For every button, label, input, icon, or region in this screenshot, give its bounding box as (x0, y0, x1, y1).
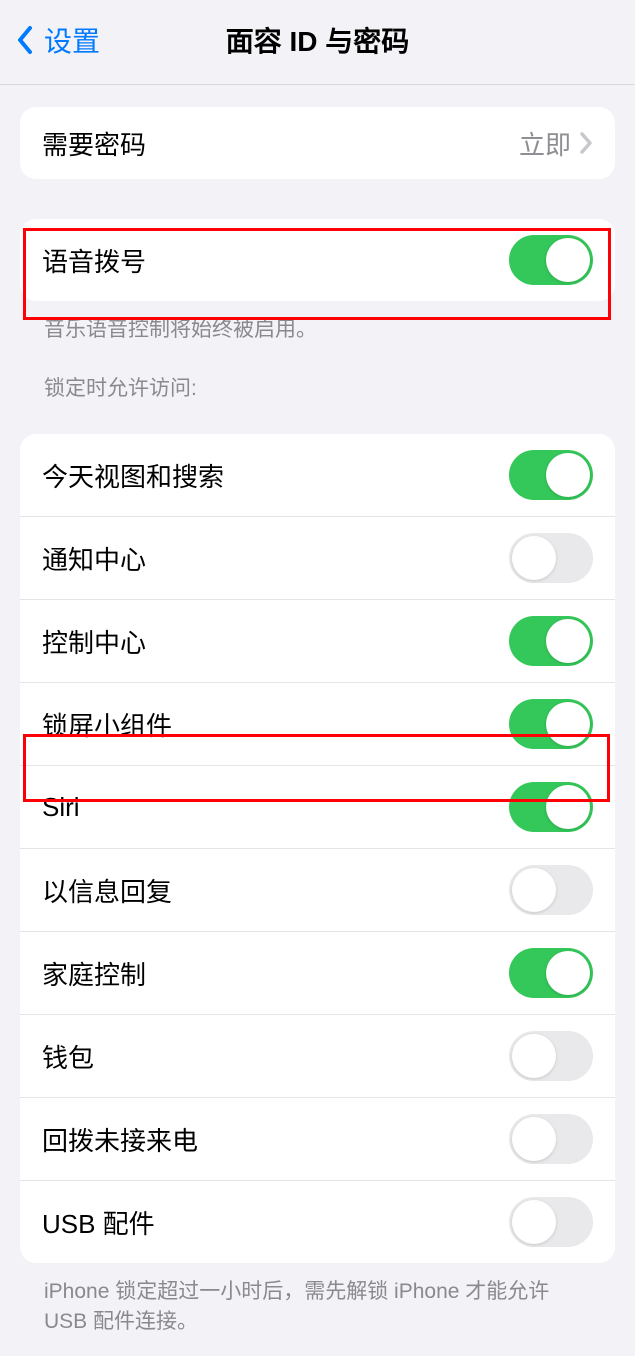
lock-item-toggle[interactable] (509, 865, 593, 915)
require-passcode-label: 需要密码 (42, 125, 519, 162)
lock-item-row: Siri (20, 766, 615, 849)
lock-item-row: 回拨未接来电 (20, 1098, 615, 1181)
lock-item-toggle[interactable] (509, 699, 593, 749)
lock-item-label: 家庭控制 (42, 955, 509, 992)
passcode-group: 需要密码 立即 (20, 107, 615, 179)
chevron-right-icon (579, 131, 593, 155)
lock-item-label: 今天视图和搜索 (42, 457, 509, 494)
lock-item-toggle[interactable] (509, 1031, 593, 1081)
lock-item-toggle[interactable] (509, 782, 593, 832)
lock-access-group: 今天视图和搜索通知中心控制中心锁屏小组件 Siri 以信息回复家庭控制钱包回拨未接来… (20, 434, 615, 1263)
lock-item-row: 锁屏小组件 (20, 683, 615, 766)
lock-item-label: 钱包 (42, 1038, 509, 1075)
lock-item-toggle[interactable] (509, 616, 593, 666)
page-title: 面容 ID 与密码 (226, 20, 410, 60)
lock-item-label: 以信息回复 (42, 872, 509, 909)
lock-section-footer: iPhone 锁定超过一小时后，需先解锁 iPhone 才能允许 USB 配件连… (20, 1263, 615, 1336)
lock-item-toggle[interactable] (509, 533, 593, 583)
lock-section-header: 锁定时允许访问: (20, 344, 615, 412)
lock-item-row: 通知中心 (20, 517, 615, 600)
lock-item-row: 今天视图和搜索 (20, 434, 615, 517)
lock-item-label: 回拨未接来电 (42, 1121, 509, 1158)
lock-item-row: 钱包 (20, 1015, 615, 1098)
lock-item-toggle[interactable] (509, 948, 593, 998)
back-button[interactable]: 设置 (16, 20, 100, 60)
lock-item-label: 锁屏小组件 (42, 706, 509, 743)
lock-item-label: 控制中心 (42, 623, 509, 660)
voice-dial-row: 语音拨号 (20, 219, 615, 301)
lock-item-toggle[interactable] (509, 1114, 593, 1164)
require-passcode-value: 立即 (519, 125, 571, 162)
voice-dial-label: 语音拨号 (42, 242, 509, 279)
lock-item-label: Siri (42, 792, 509, 823)
voice-dial-group: 语音拨号 (20, 219, 615, 301)
lock-item-toggle[interactable] (509, 450, 593, 500)
require-passcode-row[interactable]: 需要密码 立即 (20, 107, 615, 179)
lock-item-row: 家庭控制 (20, 932, 615, 1015)
voice-dial-footer: 音乐语音控制将始终被启用。 (20, 301, 615, 344)
lock-item-row: USB 配件 (20, 1181, 615, 1263)
voice-dial-toggle[interactable] (509, 235, 593, 285)
lock-item-toggle[interactable] (509, 1197, 593, 1247)
nav-header: 设置 面容 ID 与密码 (0, 0, 635, 85)
lock-item-label: 通知中心 (42, 540, 509, 577)
lock-item-row: 以信息回复 (20, 849, 615, 932)
lock-item-row: 控制中心 (20, 600, 615, 683)
chevron-left-icon (16, 26, 34, 54)
lock-item-label: USB 配件 (42, 1204, 509, 1241)
back-label: 设置 (44, 20, 100, 60)
